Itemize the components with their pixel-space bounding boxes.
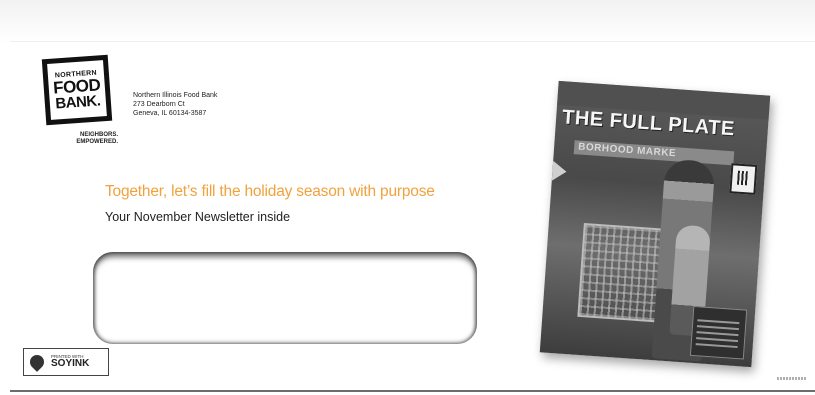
sender-street: 273 Dearborn Ct <box>133 101 185 108</box>
qr-code-icon <box>729 163 758 195</box>
sender-name: Northern Illinois Food Bank <box>133 92 218 99</box>
soy-ink-line2: SOYINK <box>51 358 90 370</box>
soy-ink-logo: PRINTED WITH SOYINK <box>23 348 109 376</box>
top-background <box>0 0 815 44</box>
subheadline: Your November Newsletter inside <box>105 210 291 224</box>
cover-contents-box <box>689 305 748 360</box>
sender-city: Geneva, IL 60134-3587 <box>133 110 207 117</box>
soy-drop-icon <box>27 352 47 372</box>
postal-indicia-mark <box>777 377 807 380</box>
return-address: Northern Illinois Food Bank 273 Dearborn… <box>133 91 217 118</box>
logo-text-line3: BANK. <box>54 91 101 113</box>
food-bank-logo: NORTHERN FOOD BANK. <box>41 54 113 126</box>
logo-tagline: NEIGHBORS. EMPOWERED. <box>58 132 118 146</box>
arrow-icon <box>551 160 568 182</box>
newsletter-cover: THE FULL PLATE BORHOOD MARKE <box>539 80 771 368</box>
tagline-line1: NEIGHBORS. <box>79 132 118 138</box>
tagline-line2: EMPOWERED. <box>76 138 118 145</box>
headline: Together, let’s fill the holiday season … <box>105 183 435 200</box>
address-window <box>93 252 477 344</box>
